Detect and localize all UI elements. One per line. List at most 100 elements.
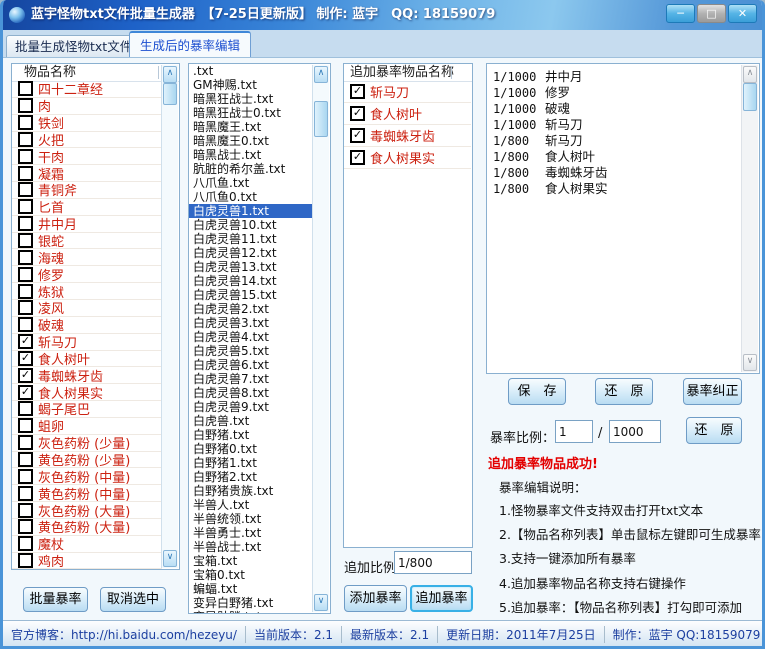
checkbox-icon[interactable]: [18, 553, 33, 568]
file-row[interactable]: 半兽勇士.txt: [189, 526, 314, 540]
file-row[interactable]: 白虎灵兽13.txt: [189, 260, 314, 274]
checkbox-icon[interactable]: [18, 199, 33, 214]
file-row[interactable]: 白虎灵兽14.txt: [189, 274, 314, 288]
rate-result-view[interactable]: 1/1000井中月1/1000修罗1/1000破魂1/1000斩马刀1/800斩…: [486, 63, 760, 374]
checkbox-icon[interactable]: [18, 519, 33, 534]
file-row[interactable]: 暗黑狂战士.txt: [189, 92, 314, 106]
list-item[interactable]: ✓食人树果实: [344, 147, 471, 169]
scrollbar-thumb[interactable]: [314, 101, 328, 137]
file-row[interactable]: GM神赐.txt: [189, 78, 314, 92]
file-row[interactable]: 白虎灵兽11.txt: [189, 232, 314, 246]
list-item[interactable]: 四十二章经: [12, 81, 162, 98]
list-item[interactable]: 海魂: [12, 249, 162, 266]
checkbox-icon[interactable]: [18, 418, 33, 433]
list-item[interactable]: 干肉: [12, 148, 162, 165]
file-row[interactable]: 白野猪贵族.txt: [189, 484, 314, 498]
chevron-down-icon[interactable]: ∨: [743, 354, 757, 371]
checkbox-icon[interactable]: [18, 216, 33, 231]
file-row[interactable]: 白虎灵兽7.txt: [189, 372, 314, 386]
checkbox-icon[interactable]: [18, 469, 33, 484]
file-row[interactable]: 宝箱.txt: [189, 554, 314, 568]
file-row[interactable]: 蝙蝠.txt: [189, 582, 314, 596]
checkbox-icon[interactable]: [18, 250, 33, 265]
list-item[interactable]: ✓毒蜘蛛牙齿: [344, 125, 471, 147]
add-rate-button[interactable]: 添加暴率: [344, 585, 407, 612]
file-row[interactable]: 白野猪2.txt: [189, 470, 314, 484]
save-button[interactable]: 保 存: [508, 378, 566, 405]
item-list-scrollbar[interactable]: ∧ ∨: [161, 65, 178, 568]
file-row[interactable]: 白虎灵兽4.txt: [189, 330, 314, 344]
list-item[interactable]: 铁剑: [12, 115, 162, 132]
checkbox-icon[interactable]: ✓: [350, 128, 365, 143]
file-row[interactable]: 白虎灵兽9.txt: [189, 400, 314, 414]
file-row[interactable]: 白虎灵兽12.txt: [189, 246, 314, 260]
file-row[interactable]: 白野猪0.txt: [189, 442, 314, 456]
checkbox-icon[interactable]: [18, 536, 33, 551]
file-list-scrollbar[interactable]: ∧ ∨: [312, 65, 329, 612]
checkbox-icon[interactable]: [18, 435, 33, 450]
file-row[interactable]: 宝箱0.txt: [189, 568, 314, 582]
rate-fix-button[interactable]: 暴率纠正: [683, 378, 742, 405]
list-item[interactable]: ✓食人树叶: [344, 103, 471, 125]
checkbox-icon[interactable]: [18, 132, 33, 147]
list-item[interactable]: 火把: [12, 132, 162, 149]
batch-rate-button[interactable]: 批量暴率: [23, 587, 88, 612]
chevron-up-icon[interactable]: ∧: [743, 66, 757, 83]
maximize-button[interactable]: □: [697, 4, 726, 23]
scrollbar-thumb[interactable]: [163, 83, 177, 105]
file-row[interactable]: 白虎灵兽6.txt: [189, 358, 314, 372]
checkbox-icon[interactable]: [18, 267, 33, 282]
file-row[interactable]: 白虎灵兽15.txt: [189, 288, 314, 302]
checkbox-icon[interactable]: [18, 81, 33, 96]
file-row[interactable]: 暗黑魔王.txt: [189, 120, 314, 134]
list-item[interactable]: 蝎子尾巴: [12, 401, 162, 418]
close-button[interactable]: ✕: [728, 4, 757, 23]
file-row[interactable]: .txt: [189, 64, 314, 78]
restore-button[interactable]: 还 原: [595, 378, 653, 405]
list-item[interactable]: 破魂: [12, 317, 162, 334]
file-row[interactable]: 白野猪.txt: [189, 428, 314, 442]
file-row[interactable]: 白虎灵兽5.txt: [189, 344, 314, 358]
list-item[interactable]: 鸡肉: [12, 553, 162, 569]
list-item[interactable]: 黄色药粉 (大量): [12, 519, 162, 536]
list-item[interactable]: 井中月: [12, 216, 162, 233]
checkbox-icon[interactable]: [18, 317, 33, 332]
checkbox-icon[interactable]: [18, 98, 33, 113]
ratio-denominator-input[interactable]: [609, 420, 661, 443]
ratio-numerator-input[interactable]: [555, 420, 593, 443]
checkbox-icon[interactable]: [18, 452, 33, 467]
tab-batch-generate[interactable]: 批量生成怪物txt文件: [6, 35, 141, 57]
checkbox-icon[interactable]: ✓: [18, 385, 33, 400]
file-row[interactable]: 暗黑战士.txt: [189, 148, 314, 162]
checkbox-icon[interactable]: ✓: [18, 351, 33, 366]
append-ratio-input[interactable]: [394, 551, 472, 574]
list-item[interactable]: 肉: [12, 98, 162, 115]
chevron-down-icon[interactable]: ∨: [163, 550, 177, 567]
file-row[interactable]: 半兽战士.txt: [189, 540, 314, 554]
checkbox-icon[interactable]: [18, 401, 33, 416]
ratio-restore-button[interactable]: 还 原: [686, 417, 742, 444]
file-row[interactable]: 肮脏的希尔盖.txt: [189, 162, 314, 176]
rate-view-scrollbar[interactable]: ∧ ∨: [741, 65, 758, 372]
file-row[interactable]: 白虎灵兽8.txt: [189, 386, 314, 400]
checkbox-icon[interactable]: [18, 233, 33, 248]
title-bar[interactable]: 蓝宇怪物txt文件批量生成器 【7-25日更新版】 制作: 蓝宇 QQ: 181…: [0, 0, 765, 30]
checkbox-icon[interactable]: ✓: [350, 84, 365, 99]
list-item[interactable]: 修罗: [12, 266, 162, 283]
list-item[interactable]: 魔杖: [12, 536, 162, 553]
file-row[interactable]: 白野猪1.txt: [189, 456, 314, 470]
chevron-up-icon[interactable]: ∧: [163, 66, 177, 83]
checkbox-icon[interactable]: ✓: [350, 106, 365, 121]
checkbox-icon[interactable]: [18, 486, 33, 501]
checkbox-icon[interactable]: [18, 503, 33, 518]
file-row[interactable]: 八爪鱼0.txt: [189, 190, 314, 204]
chevron-up-icon[interactable]: ∧: [314, 66, 328, 83]
list-item[interactable]: ✓斩马刀: [344, 81, 471, 103]
append-rate-button[interactable]: 追加暴率: [410, 585, 473, 612]
file-row[interactable]: 变异白野猪.txt: [189, 596, 314, 610]
checkbox-icon[interactable]: [18, 182, 33, 197]
file-row[interactable]: 白虎灵兽2.txt: [189, 302, 314, 316]
list-item[interactable]: 银蛇: [12, 233, 162, 250]
file-row[interactable]: 暗黑魔王0.txt: [189, 134, 314, 148]
chevron-down-icon[interactable]: ∨: [314, 594, 328, 611]
